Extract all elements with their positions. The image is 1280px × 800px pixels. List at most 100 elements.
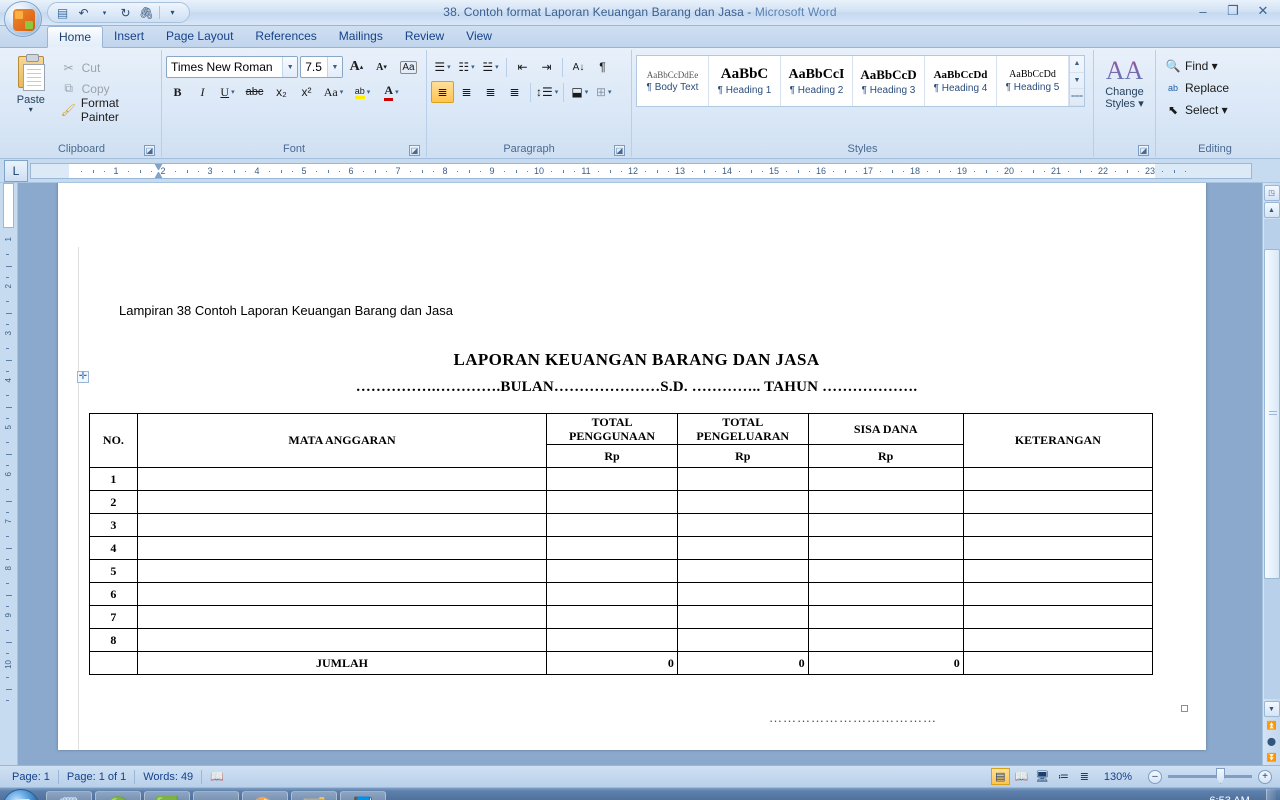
change-case-button[interactable]: Aa ▾ bbox=[320, 81, 347, 103]
cell-mata-anggaran[interactable] bbox=[136, 559, 548, 583]
superscript-button[interactable]: x² bbox=[295, 81, 318, 103]
show-desktop-button[interactable] bbox=[1266, 788, 1276, 800]
strikethrough-button[interactable]: abc bbox=[241, 81, 268, 103]
align-right-button[interactable]: ≣ bbox=[479, 81, 502, 103]
total-cell-no[interactable] bbox=[89, 651, 138, 675]
italic-button[interactable]: I bbox=[191, 81, 214, 103]
taskbar-item-microsoft-word[interactable]: 📘 bbox=[340, 790, 386, 800]
financial-report-table[interactable]: NO. MATA ANGGARAN TOTAL PENGGUNAAN TOTAL… bbox=[89, 413, 1154, 675]
line-spacing-button[interactable]: ↕☰ ▾ bbox=[535, 81, 559, 103]
cell-keterangan[interactable] bbox=[962, 536, 1154, 560]
cell-mata-anggaran[interactable] bbox=[136, 490, 548, 514]
cell-sisa-dana[interactable] bbox=[807, 628, 964, 652]
zoom-out-button[interactable]: – bbox=[1148, 769, 1162, 784]
increase-indent-button[interactable]: ⇥ bbox=[535, 56, 558, 78]
view-outline-button[interactable]: ≔ bbox=[1054, 768, 1073, 785]
font-dialog-launcher[interactable]: ◪ bbox=[409, 145, 420, 156]
taskbar-item-windows-explorer[interactable]: 🗂 bbox=[291, 790, 337, 800]
cell-keterangan[interactable] bbox=[962, 628, 1154, 652]
subscript-button[interactable]: x₂ bbox=[270, 81, 293, 103]
cell-mata-anggaran[interactable] bbox=[136, 467, 548, 491]
taskbar-item-notepad[interactable]: 🗒 bbox=[46, 790, 92, 800]
shading-button[interactable]: ⬓ ▾ bbox=[568, 81, 591, 103]
style-heading-1[interactable]: AaBbC ¶ Heading 1 bbox=[709, 56, 781, 106]
multilevel-list-button[interactable]: ☱ ▾ bbox=[479, 56, 502, 78]
numbering-button[interactable]: ☷ ▾ bbox=[455, 56, 478, 78]
cell-mata-anggaran[interactable] bbox=[136, 513, 548, 537]
cell-mata-anggaran[interactable] bbox=[136, 605, 548, 629]
find-button[interactable]: 🔍 Find ▾ bbox=[1160, 55, 1234, 77]
borders-button[interactable]: ⊞ ▾ bbox=[592, 81, 615, 103]
tab-home[interactable]: Home bbox=[47, 26, 104, 48]
cell-total-pengeluaran[interactable] bbox=[676, 605, 809, 629]
cell-total-penggunaan[interactable] bbox=[546, 582, 678, 606]
tab-stop-selector-button[interactable]: L bbox=[4, 160, 28, 182]
clipboard-dialog-launcher[interactable]: ◪ bbox=[144, 145, 155, 156]
taskbar-item-internet-explorer[interactable]: ℮ bbox=[389, 791, 435, 800]
tab-review[interactable]: Review bbox=[394, 26, 455, 47]
styles-scroll-up-icon[interactable]: ▲ bbox=[1070, 56, 1084, 73]
hanging-indent-marker[interactable] bbox=[154, 172, 163, 178]
scroll-down-button[interactable]: ▼ bbox=[1263, 701, 1280, 717]
cell-total-penggunaan[interactable] bbox=[546, 628, 678, 652]
sort-button[interactable]: A↓ bbox=[567, 56, 590, 78]
replace-button[interactable]: ab Replace bbox=[1160, 77, 1234, 99]
cell-total-penggunaan[interactable] bbox=[546, 536, 678, 560]
table-move-handle[interactable]: ✛ bbox=[77, 371, 89, 383]
cell-no[interactable]: 7 bbox=[89, 605, 138, 629]
grow-font-button[interactable]: A ▴ bbox=[345, 56, 368, 78]
align-left-button[interactable]: ≣ bbox=[431, 81, 454, 103]
paste-dropdown-icon[interactable]: ▾ bbox=[29, 106, 33, 114]
view-print-layout-button[interactable]: ▤ bbox=[990, 768, 1010, 785]
cell-no[interactable]: 3 bbox=[89, 513, 138, 537]
zoom-slider[interactable]: – + bbox=[1148, 768, 1272, 784]
taskbar-item-media-player-classic[interactable]: 🎞 bbox=[193, 790, 239, 800]
cell-mata-anggaran[interactable] bbox=[136, 582, 548, 606]
styles-dialog-launcher[interactable]: ◪ bbox=[1138, 145, 1149, 156]
view-web-layout-button[interactable]: 🖥 bbox=[1033, 768, 1052, 785]
total-cell-sisa-dana[interactable]: 0 bbox=[807, 651, 964, 675]
scrollbar-track[interactable] bbox=[1263, 219, 1280, 699]
cell-total-penggunaan[interactable] bbox=[546, 513, 678, 537]
total-cell-penggunaan[interactable]: 0 bbox=[546, 651, 678, 675]
tab-mailings[interactable]: Mailings bbox=[328, 26, 394, 47]
view-draft-button[interactable]: ≣ bbox=[1075, 768, 1094, 785]
cell-sisa-dana[interactable] bbox=[807, 467, 964, 491]
zoom-slider-thumb[interactable] bbox=[1216, 768, 1225, 784]
cell-sisa-dana[interactable] bbox=[807, 605, 964, 629]
close-button[interactable]: ✕ bbox=[1248, 1, 1278, 21]
cell-keterangan[interactable] bbox=[962, 467, 1154, 491]
taskbar-item-paint[interactable]: 🎨 bbox=[242, 790, 288, 800]
cell-sisa-dana[interactable] bbox=[807, 559, 964, 583]
table-row[interactable]: 2 bbox=[89, 490, 1154, 514]
table-row[interactable]: 4 bbox=[89, 536, 1154, 560]
vertical-ruler[interactable]: 1 2 3 4 5 6 7 8 9 10 bbox=[0, 183, 18, 765]
paragraph-dialog-launcher[interactable]: ◪ bbox=[614, 145, 625, 156]
start-button[interactable] bbox=[2, 788, 40, 800]
font-size-combo[interactable]: 7.5 ▼ bbox=[300, 56, 343, 78]
cell-total-pengeluaran[interactable] bbox=[676, 513, 809, 537]
font-color-button[interactable]: A ▾ bbox=[378, 81, 405, 103]
cell-no[interactable]: 4 bbox=[89, 536, 138, 560]
status-words[interactable]: Words: 49 bbox=[135, 771, 201, 783]
cell-keterangan[interactable] bbox=[962, 490, 1154, 514]
table-row[interactable]: 8 bbox=[89, 628, 1154, 652]
cell-mata-anggaran[interactable] bbox=[136, 536, 548, 560]
change-styles-button[interactable]: AA Change Styles ▾ bbox=[1098, 52, 1151, 142]
total-cell-pengeluaran[interactable]: 0 bbox=[676, 651, 809, 675]
cell-no[interactable]: 5 bbox=[89, 559, 138, 583]
cell-total-pengeluaran[interactable] bbox=[676, 559, 809, 583]
show-formatting-marks-button[interactable]: ¶ bbox=[591, 56, 614, 78]
taskbar-item-google-chrome[interactable]: 🟢 bbox=[95, 790, 141, 800]
zoom-slider-track[interactable] bbox=[1168, 768, 1252, 784]
align-center-button[interactable]: ≣ bbox=[455, 81, 478, 103]
taskbar-item-microsoft-excel[interactable]: 🟩 bbox=[144, 790, 190, 800]
previous-page-button[interactable]: ⏫ bbox=[1264, 717, 1280, 733]
table-row[interactable]: 5 bbox=[89, 559, 1154, 583]
justify-button[interactable]: ≣ bbox=[503, 81, 526, 103]
cell-total-pengeluaran[interactable] bbox=[676, 582, 809, 606]
clock[interactable]: 6:53 AM 6/1/2021 bbox=[1208, 795, 1251, 800]
document-canvas[interactable]: ✛ Lampiran 38 Contoh Laporan Keuangan Ba… bbox=[18, 183, 1262, 765]
cell-no[interactable]: 8 bbox=[89, 628, 138, 652]
font-name-dropdown-icon[interactable]: ▼ bbox=[282, 57, 298, 77]
